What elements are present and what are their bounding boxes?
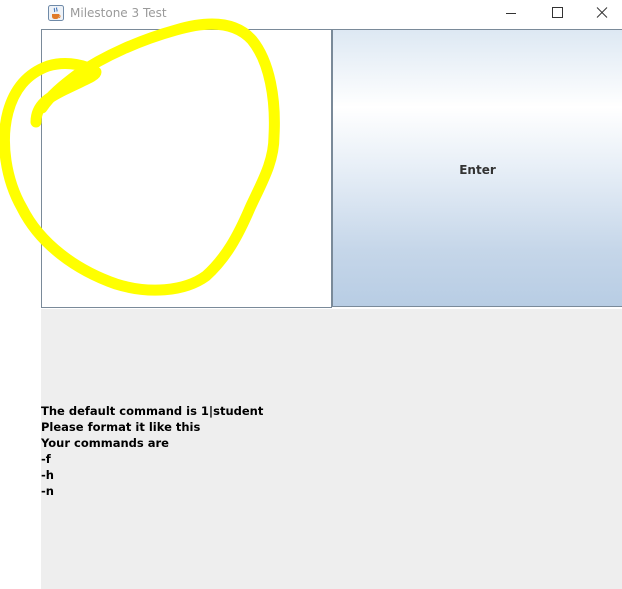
output-line: Please format it like this (41, 420, 201, 434)
minimize-button[interactable] (488, 0, 534, 28)
output-text: The default command is 1|student Please … (41, 403, 263, 499)
maximize-button[interactable] (534, 0, 580, 28)
output-line: Your commands are (41, 436, 169, 450)
close-icon (596, 7, 608, 18)
app-window: Milestone 3 Test Enter The default comma… (0, 0, 622, 589)
minimize-icon (506, 13, 516, 14)
output-panel: The default command is 1|student Please … (41, 309, 622, 589)
title-bar[interactable]: Milestone 3 Test (0, 0, 622, 28)
enter-button[interactable]: Enter (332, 29, 622, 307)
java-cup-icon (48, 5, 64, 21)
output-line: -h (41, 468, 54, 482)
output-line: -n (41, 484, 54, 498)
close-button[interactable] (580, 0, 622, 28)
output-line: -f (41, 452, 51, 466)
output-line: The default command is 1|student (41, 404, 264, 418)
enter-button-label: Enter (459, 163, 496, 177)
drawing-canvas[interactable] (41, 29, 332, 308)
maximize-icon (552, 7, 563, 18)
window-title: Milestone 3 Test (70, 6, 167, 20)
